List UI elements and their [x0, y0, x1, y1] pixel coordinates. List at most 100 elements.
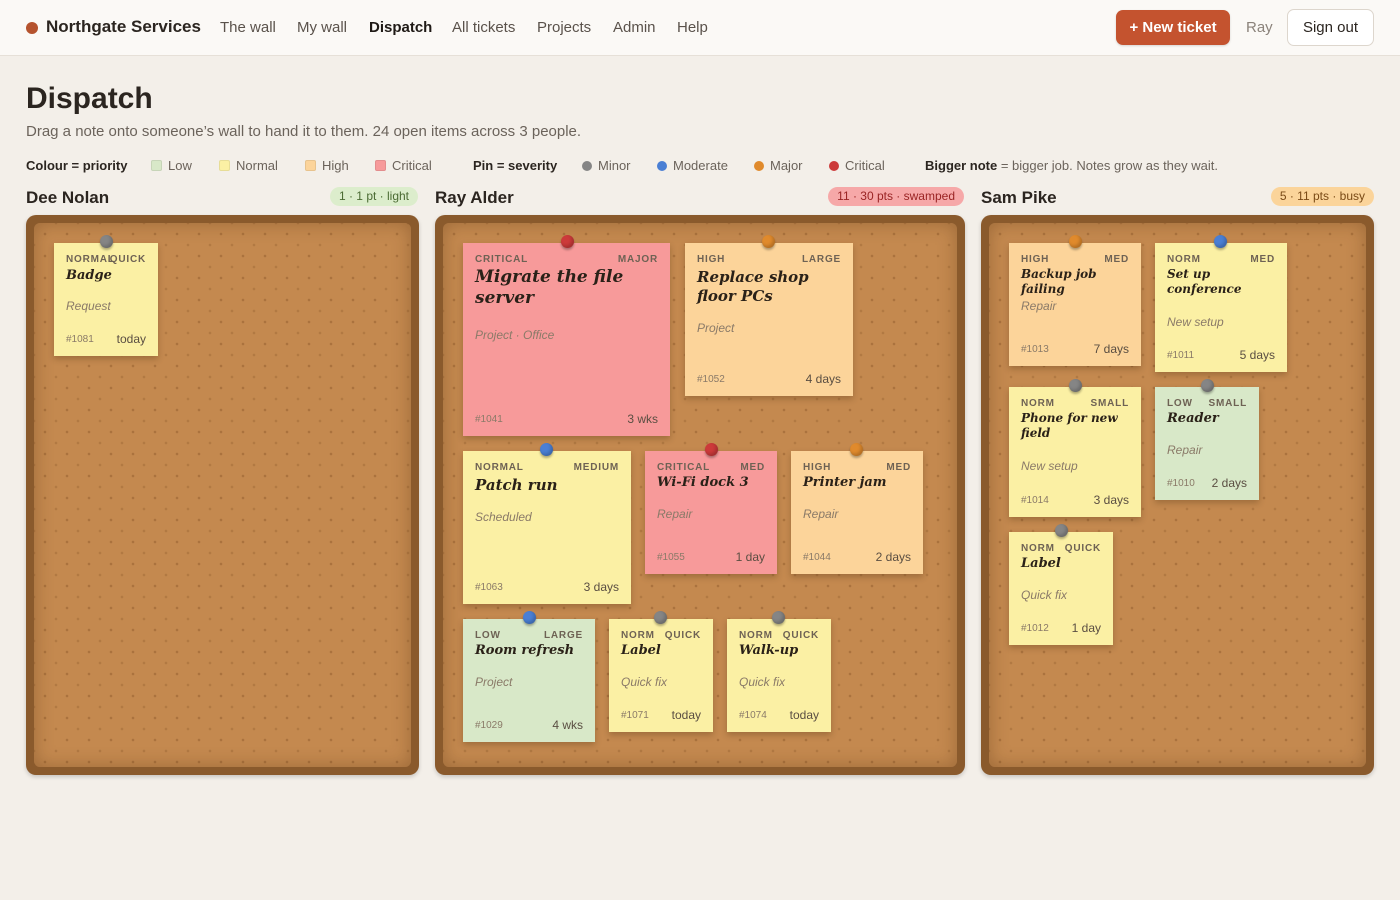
load-badge-dee: 1 · 1 pt · light — [329, 187, 418, 206]
note-age: today — [671, 708, 701, 722]
nav-dispatch[interactable]: Dispatch — [369, 19, 432, 36]
pin-moderate-icon — [523, 611, 536, 624]
note-size: LARGE — [802, 254, 841, 265]
ticket-note-1055[interactable]: CRITICAL MED Wi-Fi dock 3 Repair #1055 1… — [645, 443, 777, 574]
note-title: Room refresh — [475, 643, 575, 658]
note-priority: NORMAL — [66, 254, 115, 265]
load-badge-sam: 5 · 11 pts · busy — [1270, 187, 1374, 206]
note-size: LARGE — [544, 630, 583, 641]
nav-all-tickets[interactable]: All tickets — [452, 19, 515, 36]
note-priority: NORM — [1167, 254, 1201, 265]
note-priority: NORM — [739, 630, 773, 641]
ticket-note-1081[interactable]: NORMAL QUICK Badge Request #1081 today — [54, 235, 158, 356]
load-badge-ray: 11 · 30 pts · swamped — [828, 187, 964, 206]
note-priority: HIGH — [697, 254, 726, 265]
swatch-normal — [219, 160, 230, 171]
note-size: QUICK — [664, 630, 701, 641]
brand-name[interactable]: Northgate Services — [46, 17, 201, 37]
note-id: #1014 — [1021, 495, 1049, 506]
note-title: Walk-up — [739, 643, 799, 658]
ticket-note-1074[interactable]: NORM QUICK Walk-up Quick fix #1074 today — [727, 611, 831, 732]
ticket-note-1052[interactable]: HIGH LARGE Replace shop floor PCs Projec… — [685, 235, 853, 396]
note-category: Quick fix — [621, 675, 668, 689]
pin-minor-icon — [1201, 379, 1214, 392]
ticket-note-1063[interactable]: NORMAL MEDIUM Patch run Scheduled #1063 … — [463, 443, 631, 604]
note-age: 3 wks — [627, 412, 658, 426]
legend-low: Low — [151, 158, 192, 173]
note-id: #1081 — [66, 334, 94, 345]
pin-moderate-icon — [540, 443, 553, 456]
nav-projects[interactable]: Projects — [537, 19, 591, 36]
note-category: Repair — [657, 507, 693, 521]
swatch-high — [305, 160, 316, 171]
note-id: #1071 — [621, 710, 649, 721]
note-title: Migrate the file server — [475, 267, 624, 309]
sign-out-button[interactable]: Sign out — [1287, 9, 1374, 46]
top-bar: Northgate Services The wall My wall Disp… — [0, 0, 1400, 56]
note-category: Request — [66, 299, 111, 313]
nav-my-wall[interactable]: My wall — [297, 19, 347, 36]
note-title: Backup job failing — [1021, 267, 1097, 296]
nav-admin[interactable]: Admin — [613, 19, 656, 36]
legend-size-hint: Bigger note = bigger job. Notes grow as … — [925, 158, 1218, 173]
brand-logo-dot — [26, 22, 38, 34]
note-category: Scheduled — [475, 510, 532, 524]
note-id: #1012 — [1021, 623, 1049, 634]
nav-help[interactable]: Help — [677, 19, 708, 36]
note-category: Project · Office — [475, 328, 555, 342]
note-age: 3 days — [1093, 493, 1129, 507]
legend-minor: Minor — [582, 158, 631, 173]
swatch-low — [151, 160, 162, 171]
pin-major-icon — [1069, 235, 1082, 248]
ticket-note-1011[interactable]: NORM MED Set up conference New setup #10… — [1155, 235, 1287, 372]
swatch-critical — [375, 160, 386, 171]
pin-dot-major — [754, 161, 764, 171]
legend-critical: Critical — [375, 158, 432, 173]
note-title: Printer jam — [803, 475, 887, 490]
note-size: SMALL — [1208, 398, 1247, 409]
current-user: Ray — [1246, 19, 1273, 36]
pin-critical-icon — [561, 235, 574, 248]
note-title: Reader — [1167, 411, 1219, 426]
note-age: today — [789, 708, 819, 722]
note-age: 4 wks — [552, 718, 583, 732]
legend-pin-label: Pin = severity — [473, 158, 558, 173]
pin-minor-icon — [1069, 379, 1082, 392]
note-size: MED — [1104, 254, 1129, 265]
ticket-note-1071[interactable]: NORM QUICK Label Quick fix #1071 today — [609, 611, 713, 732]
wall-ray-alder[interactable]: CRITICAL MAJOR Migrate the file server P… — [435, 215, 965, 775]
ticket-note-1014[interactable]: NORM SMALL Phone for new field New setup… — [1009, 379, 1141, 517]
note-age: 3 days — [583, 580, 619, 594]
note-priority: CRITICAL — [475, 254, 529, 265]
wall-dee-nolan[interactable]: NORMAL QUICK Badge Request #1081 today — [26, 215, 419, 775]
note-age: 2 days — [1211, 476, 1247, 490]
ticket-note-1044[interactable]: HIGH MED Printer jam Repair #1044 2 days — [791, 443, 923, 574]
ticket-note-1041[interactable]: CRITICAL MAJOR Migrate the file server P… — [463, 235, 670, 436]
note-id: #1013 — [1021, 344, 1049, 355]
note-category: Project — [697, 321, 735, 335]
note-title: Patch run — [475, 476, 558, 494]
note-priority: NORMAL — [475, 462, 524, 473]
ticket-note-1013[interactable]: HIGH MED Backup job failing Repair #1013… — [1009, 235, 1141, 366]
new-ticket-button[interactable]: + New ticket — [1116, 10, 1230, 45]
note-id: #1055 — [657, 552, 685, 563]
note-priority: HIGH — [803, 462, 832, 473]
page-title: Dispatch — [26, 82, 153, 115]
note-title: Phone for new field — [1021, 411, 1118, 440]
ticket-note-1012[interactable]: NORM QUICK Label Quick fix #1012 1 day — [1009, 524, 1113, 645]
pin-major-icon — [762, 235, 775, 248]
ticket-note-1010[interactable]: LOW SMALL Reader Repair #1010 2 days — [1155, 379, 1259, 500]
pin-minor-icon — [654, 611, 667, 624]
legend-critical-pin: Critical — [829, 158, 885, 173]
note-size: QUICK — [1064, 543, 1101, 554]
note-id: #1041 — [475, 414, 503, 425]
ticket-note-1029[interactable]: LOW LARGE Room refresh Project #1029 4 w… — [463, 611, 595, 742]
nav-the-wall[interactable]: The wall — [220, 19, 276, 36]
pin-dot-minor — [582, 161, 592, 171]
note-size: MED — [886, 462, 911, 473]
legend-colour-label: Colour = priority — [26, 158, 128, 173]
note-age: 1 day — [1071, 621, 1101, 635]
note-priority: LOW — [475, 630, 501, 641]
note-id: #1074 — [739, 710, 767, 721]
wall-sam-pike[interactable]: HIGH MED Backup job failing Repair #1013… — [981, 215, 1374, 775]
